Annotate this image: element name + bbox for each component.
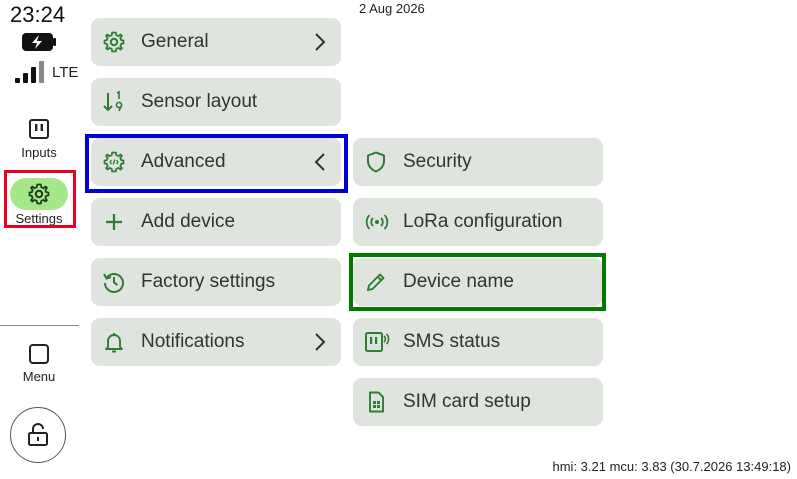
sim-card-icon — [364, 390, 388, 414]
bell-icon — [102, 330, 126, 354]
rail-item-label: Menu — [22, 369, 56, 384]
signal-strength-icon — [14, 60, 46, 84]
date-label: 2 Aug 2026 — [359, 1, 425, 16]
menu-item-label: SMS status — [403, 331, 501, 352]
version-info: hmi: 3.21 mcu: 3.83 (30.7.2026 13:49:18) — [552, 459, 792, 474]
clock: 23:24 — [10, 2, 66, 27]
menu-item-sensor-layout[interactable]: Sensor layout — [91, 78, 341, 126]
submenu-item-sim-card-setup[interactable]: SIM card setup — [353, 378, 603, 426]
menu-item-label: Factory settings — [141, 271, 276, 292]
settings-highlight-frame — [4, 170, 76, 228]
menu-item-add-device[interactable]: Add device — [91, 198, 341, 246]
lock-button[interactable] — [10, 407, 66, 463]
side-rail: 23:24 LTE Inputs Settings Menu — [0, 0, 80, 479]
menu-item-label: Security — [403, 151, 472, 172]
submenu-item-security[interactable]: Security — [353, 138, 603, 186]
device-name-highlight-frame — [349, 253, 606, 311]
menu-item-label: Notifications — [141, 331, 245, 352]
menu-item-label: Sensor layout — [141, 91, 258, 112]
sort-numeric-icon — [102, 90, 126, 114]
menu-item-label: General — [141, 31, 209, 52]
history-icon — [102, 270, 126, 294]
menu-item-label: Add device — [141, 211, 236, 232]
menu-item-factory-settings[interactable]: Factory settings — [91, 258, 341, 306]
menu-item-label: SIM card setup — [403, 391, 531, 412]
gear-icon — [102, 30, 126, 54]
inputs-icon — [0, 118, 78, 140]
menu-item-label: LoRa configuration — [403, 211, 563, 232]
menu-square-icon — [0, 343, 78, 365]
menu-item-notifications[interactable]: Notifications — [91, 318, 341, 366]
chevron-right-icon — [313, 331, 327, 353]
menu-item-general[interactable]: General — [91, 18, 341, 66]
unlock-icon — [26, 422, 50, 448]
radio-waves-icon — [364, 210, 389, 234]
rail-item-label: Inputs — [21, 145, 57, 160]
rail-item-menu[interactable]: Menu — [0, 343, 78, 384]
submenu-item-sms-status[interactable]: SMS status — [353, 318, 603, 366]
advanced-highlight-frame — [85, 134, 348, 193]
network-type: LTE — [52, 64, 79, 81]
chevron-right-icon — [313, 31, 327, 53]
battery-charging-icon — [21, 32, 57, 52]
sms-status-icon — [364, 330, 390, 354]
rail-divider — [0, 325, 79, 326]
plus-icon — [102, 210, 126, 234]
rail-item-inputs[interactable]: Inputs — [0, 118, 78, 160]
submenu-item-lora-configuration[interactable]: LoRa configuration — [353, 198, 603, 246]
shield-icon — [364, 150, 388, 174]
